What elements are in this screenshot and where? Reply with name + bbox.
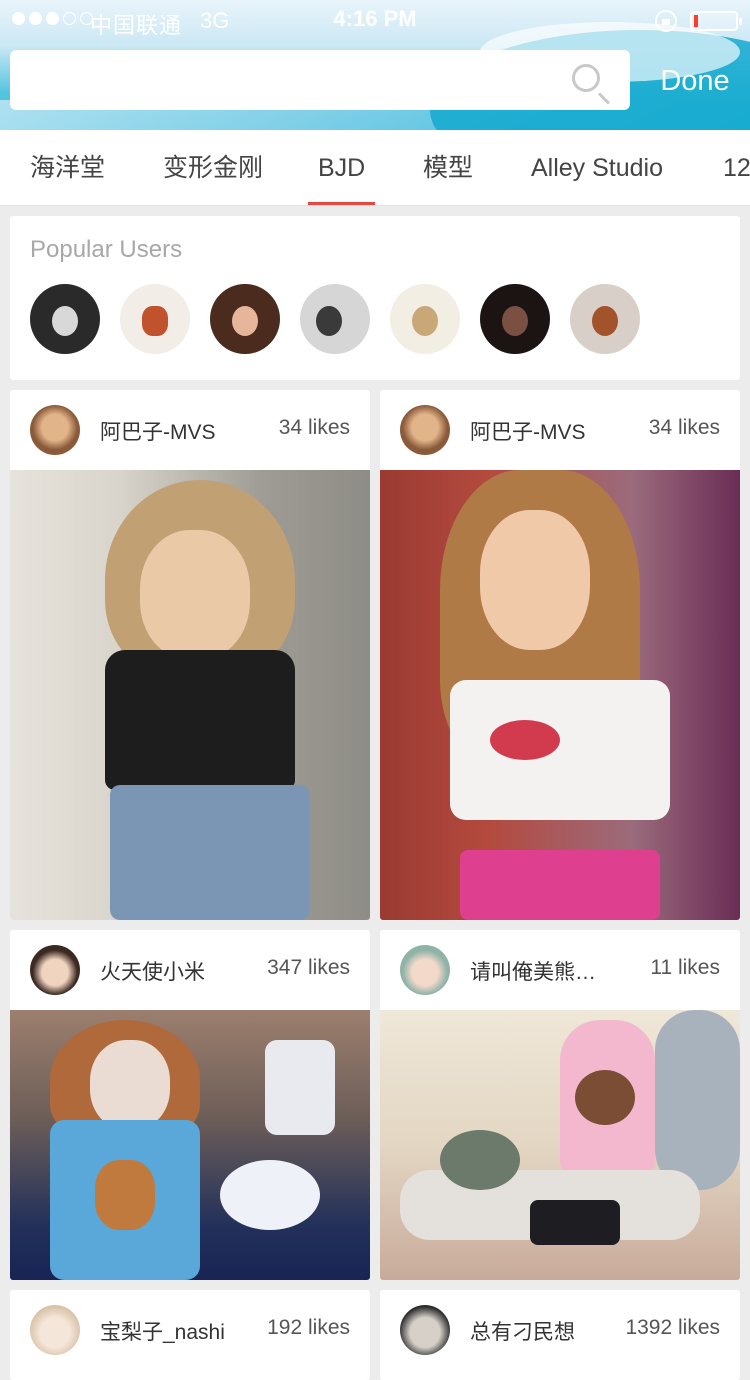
- post-photo[interactable]: [10, 1010, 370, 1280]
- post-card-header: 阿巴子-MVS 34 likes: [10, 390, 370, 470]
- popular-users-title: Popular Users: [30, 236, 183, 263]
- post-username[interactable]: 阿巴子-MVS: [470, 416, 586, 446]
- post-card[interactable]: 火天使小米 347 likes: [10, 930, 370, 1280]
- avatar[interactable]: [390, 284, 460, 354]
- status-time: 4:16 PM: [333, 6, 417, 31]
- post-card[interactable]: 阿巴子-MVS 34 likes: [380, 390, 740, 920]
- avatar[interactable]: [400, 405, 450, 455]
- avatar[interactable]: [400, 1305, 450, 1355]
- avatar[interactable]: [300, 284, 370, 354]
- header: 中国联通 3G 4:16 PM Done: [0, 0, 750, 130]
- post-likes: 34 likes: [648, 416, 720, 439]
- tab-models[interactable]: 模型: [423, 130, 473, 205]
- post-card[interactable]: 宝梨子_nashi 192 likes: [10, 1290, 370, 1380]
- post-likes: 34 likes: [278, 416, 350, 439]
- post-username[interactable]: 请叫俺美熊…: [470, 956, 596, 986]
- tab-bjd[interactable]: BJD: [307, 130, 376, 205]
- battery-icon: [690, 11, 742, 31]
- tab-12[interactable]: 12: [723, 130, 750, 205]
- post-username[interactable]: 宝梨子_nashi: [100, 1316, 225, 1346]
- avatar[interactable]: [120, 284, 190, 354]
- post-username[interactable]: 火天使小米: [100, 956, 205, 986]
- search-icon[interactable]: [572, 64, 600, 92]
- done-button[interactable]: Done: [645, 58, 745, 104]
- avatar[interactable]: [480, 284, 550, 354]
- rotation-lock-icon: [655, 10, 677, 32]
- post-likes: 1392 likes: [625, 1316, 720, 1339]
- post-card-header: 火天使小米 347 likes: [10, 930, 370, 1010]
- post-likes: 347 likes: [267, 956, 350, 979]
- status-bar: 中国联通 3G 4:16 PM: [0, 0, 750, 40]
- post-photo[interactable]: [380, 470, 740, 920]
- post-card[interactable]: 阿巴子-MVS 34 likes: [10, 390, 370, 920]
- post-likes: 192 likes: [267, 1316, 350, 1339]
- popular-users-panel: Popular Users: [10, 216, 740, 380]
- post-card-header: 阿巴子-MVS 34 likes: [380, 390, 740, 470]
- post-likes: 11 likes: [650, 956, 720, 979]
- post-photo[interactable]: [10, 470, 370, 920]
- search-input[interactable]: [10, 50, 630, 110]
- post-card-header: 总有刁民想 1392 likes: [380, 1290, 740, 1370]
- avatar[interactable]: [400, 945, 450, 995]
- tab-transformers[interactable]: 变形金刚: [163, 130, 263, 205]
- avatar[interactable]: [30, 405, 80, 455]
- post-card[interactable]: 总有刁民想 1392 likes: [380, 1290, 740, 1380]
- post-card-header: 请叫俺美熊… 11 likes: [380, 930, 740, 1010]
- avatar[interactable]: [570, 284, 640, 354]
- avatar[interactable]: [30, 945, 80, 995]
- tab-alley-studio[interactable]: Alley Studio: [531, 130, 663, 205]
- avatar[interactable]: [210, 284, 280, 354]
- avatar[interactable]: [30, 284, 100, 354]
- tab-haiyangtang[interactable]: 海洋堂: [30, 130, 105, 205]
- post-card[interactable]: 请叫俺美熊… 11 likes: [380, 930, 740, 1280]
- avatar[interactable]: [30, 1305, 80, 1355]
- category-tabs: 海洋堂 变形金刚 BJD 模型 Alley Studio 12: [0, 130, 750, 206]
- post-username[interactable]: 总有刁民想: [470, 1316, 575, 1346]
- post-card-header: 宝梨子_nashi 192 likes: [10, 1290, 370, 1370]
- post-photo[interactable]: [380, 1010, 740, 1280]
- post-username[interactable]: 阿巴子-MVS: [100, 416, 216, 446]
